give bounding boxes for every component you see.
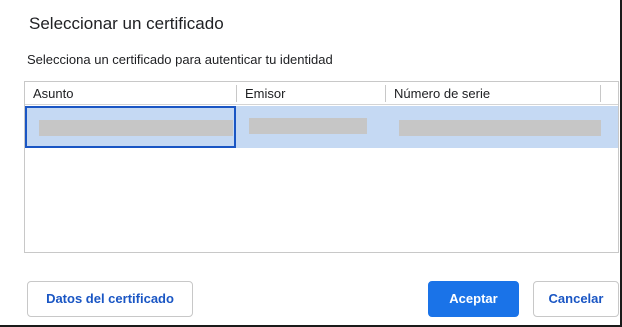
table-row[interactable] [25, 106, 618, 148]
column-header-asunto[interactable]: Asunto [25, 82, 237, 105]
dialog-title: Seleccionar un certificado [29, 14, 224, 33]
accept-button[interactable]: Aceptar [428, 281, 519, 317]
certificate-details-button[interactable]: Datos del certificado [27, 281, 193, 317]
certificate-table: Asunto Emisor Número de serie [24, 81, 619, 253]
redacted-value [39, 120, 233, 136]
cancel-button[interactable]: Cancelar [533, 281, 619, 317]
certificate-dialog: Seleccionar un certificado Selecciona un… [0, 0, 622, 327]
dialog-subtitle: Selecciona un certificado para autentica… [27, 52, 333, 67]
cell-asunto[interactable] [25, 106, 236, 148]
column-header-numero-de-serie[interactable]: Número de serie [386, 82, 601, 105]
column-header-emisor[interactable]: Emisor [237, 82, 386, 105]
table-header: Asunto Emisor Número de serie [25, 82, 618, 105]
redacted-value [399, 120, 601, 136]
redacted-value [249, 118, 367, 134]
